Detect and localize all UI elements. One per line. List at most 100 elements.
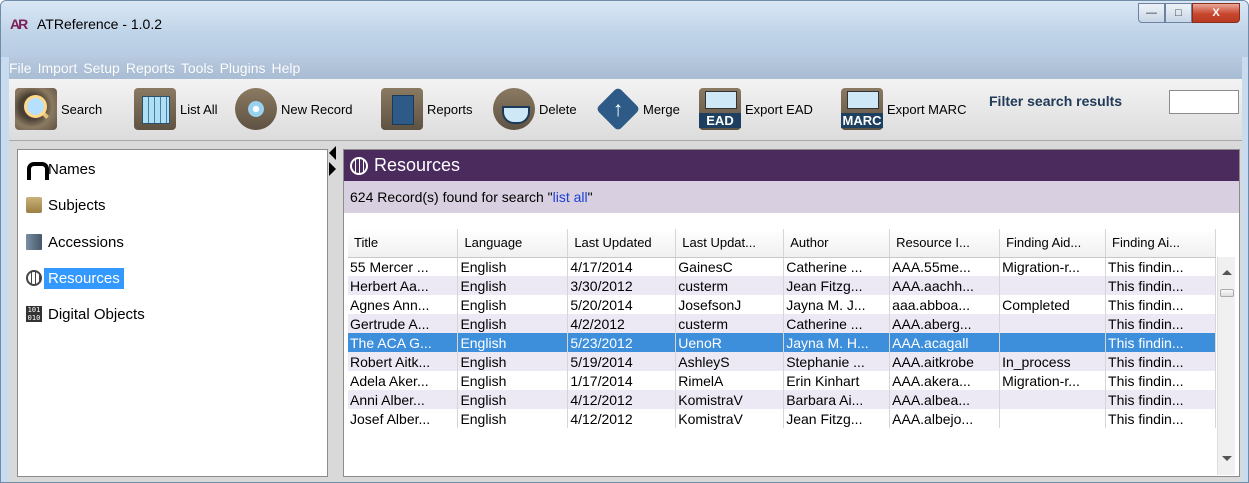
- table-cell: JosefsonJ: [675, 295, 785, 314]
- menu-reports[interactable]: Reports: [126, 60, 175, 76]
- scroll-up-arrow-icon[interactable]: [1222, 270, 1232, 275]
- sidebar-item-subjects[interactable]: Subjects: [26, 193, 106, 217]
- table-cell: Gertrude A...: [348, 314, 459, 333]
- table-cell: Adela Aker...: [348, 371, 459, 390]
- results-table: Title Language Last Updated Last Updat..…: [348, 229, 1216, 428]
- sidebar-item-label: Subjects: [48, 196, 106, 214]
- table-cell: AAA.aberg...: [889, 314, 1001, 333]
- table-cell: 4/2/2012: [567, 314, 677, 333]
- table-cell: Completed: [999, 295, 1107, 314]
- table-cell: [999, 314, 1107, 333]
- table-cell: This findin...: [1105, 257, 1216, 276]
- table-cell: This findin...: [1105, 409, 1216, 428]
- column-header-last-updated-by[interactable]: Last Updat...: [675, 229, 785, 258]
- table-cell: AshleyS: [675, 352, 785, 371]
- menu-file[interactable]: File: [9, 60, 32, 76]
- table-cell: UenoR: [675, 333, 785, 352]
- table-cell: Jayna M. H...: [783, 333, 891, 352]
- title-bar[interactable]: AR ATReference - 1.0.2 — □ X: [1, 1, 1248, 57]
- scroll-down-arrow-icon[interactable]: [1222, 456, 1232, 461]
- close-button[interactable]: X: [1192, 3, 1240, 23]
- search-button[interactable]: Search: [15, 88, 102, 130]
- table-cell: Barbara Ai...: [783, 390, 891, 409]
- table-header-row: Title Language Last Updated Last Updat..…: [348, 229, 1216, 258]
- sidebar-item-accessions[interactable]: Accessions: [26, 230, 124, 254]
- menu-import[interactable]: Import: [38, 60, 78, 76]
- new-record-button[interactable]: New Record: [235, 88, 353, 130]
- sidebar-item-resources[interactable]: Resources: [26, 266, 124, 290]
- table-cell: Anni Alber...: [348, 390, 459, 409]
- list-all-button-label: List All: [180, 101, 218, 117]
- list-all-button[interactable]: List All: [134, 88, 218, 130]
- scrollbar-thumb[interactable]: [1220, 289, 1234, 297]
- column-header-last-updated[interactable]: Last Updated: [567, 229, 677, 258]
- table-cell: Catherine ...: [783, 314, 891, 333]
- table-row[interactable]: Agnes Ann... English 5/20/2014 JosefsonJ Jay…: [348, 295, 1216, 314]
- collapse-left-icon[interactable]: [329, 146, 336, 160]
- resources-panel: Resources 624 Record(s) found for search…: [343, 149, 1240, 477]
- table-cell: AAA.akera...: [889, 371, 1001, 390]
- split-pane-divider[interactable]: [329, 146, 339, 186]
- results-table-container: Title Language Last Updated Last Updat..…: [348, 229, 1216, 475]
- table-row[interactable]: Anni Alber... English 4/12/2012 KomistraV Ba…: [348, 390, 1216, 409]
- table-cell: RimelA: [675, 371, 785, 390]
- export-ead-button[interactable]: Export EAD: [699, 88, 813, 130]
- table-row[interactable]: Adela Aker... English 1/17/2014 RimelA Erin …: [348, 371, 1216, 390]
- accessions-icon: [26, 234, 42, 250]
- sidebar-item-label: Accessions: [48, 233, 124, 251]
- delete-button[interactable]: Delete: [493, 88, 577, 130]
- table-cell: The ACA G...: [348, 333, 459, 352]
- table-cell: AAA.albea...: [889, 390, 1001, 409]
- filter-input[interactable]: [1169, 90, 1239, 114]
- column-header-resource-id[interactable]: Resource I...: [889, 229, 1001, 258]
- reports-button[interactable]: Reports: [381, 88, 473, 130]
- table-cell: [999, 333, 1107, 352]
- menu-help[interactable]: Help: [271, 60, 300, 76]
- table-row[interactable]: 55 Mercer ... English 4/17/2014 GainesC Cath…: [348, 257, 1216, 276]
- menu-setup[interactable]: Setup: [83, 60, 120, 76]
- search-button-label: Search: [61, 101, 103, 117]
- vertical-scrollbar[interactable]: [1217, 257, 1235, 475]
- table-cell: 5/23/2012: [567, 333, 677, 352]
- sidebar-item-digital-objects[interactable]: 101 010 Digital Objects: [26, 302, 145, 326]
- column-header-finding-aid-status[interactable]: Finding Aid...: [999, 229, 1107, 258]
- menu-bar: File Import Setup Reports Tools Plugins …: [9, 57, 1242, 79]
- table-cell: 55 Mercer ...: [348, 257, 459, 276]
- merge-button[interactable]: Merge: [595, 86, 680, 132]
- maximize-button[interactable]: □: [1165, 3, 1192, 23]
- status-suffix: ": [587, 189, 593, 205]
- merge-icon: [595, 86, 641, 132]
- table-cell: AAA.55me...: [889, 257, 1001, 276]
- expand-right-icon[interactable]: [329, 162, 336, 176]
- table-cell: 4/17/2014: [567, 257, 677, 276]
- new-record-button-label: New Record: [281, 101, 353, 117]
- export-marc-button[interactable]: Export MARC: [841, 88, 966, 130]
- panel-title: Resources: [374, 155, 461, 175]
- table-row[interactable]: The ACA G... English 5/23/2012 UenoR Jayna M…: [348, 333, 1216, 352]
- list-all-icon: [134, 88, 176, 130]
- sidebar-item-names[interactable]: Names: [26, 157, 96, 181]
- column-header-author[interactable]: Author: [783, 229, 891, 258]
- minimize-button[interactable]: —: [1138, 3, 1165, 23]
- table-cell: English: [457, 409, 569, 428]
- menu-tools[interactable]: Tools: [181, 60, 214, 76]
- menu-plugins[interactable]: Plugins: [220, 60, 266, 76]
- column-header-finding-aid-note[interactable]: Finding Ai...: [1105, 229, 1216, 258]
- table-cell: This findin...: [1105, 390, 1216, 409]
- window-title: ATReference - 1.0.2: [37, 16, 163, 32]
- table-cell: KomistraV: [675, 390, 785, 409]
- table-row[interactable]: Josef Alber... English 4/12/2012 KomistraV J…: [348, 409, 1216, 428]
- column-header-language[interactable]: Language: [457, 229, 569, 258]
- export-ead-icon: [699, 88, 741, 130]
- table-cell: This findin...: [1105, 333, 1216, 352]
- export-marc-button-label: Export MARC: [887, 101, 967, 117]
- resources-globe-icon: [26, 270, 42, 286]
- table-cell: custerm: [675, 276, 785, 295]
- column-header-title[interactable]: Title: [348, 229, 459, 258]
- main-content: Names Subjects Accessions Resources 101 0…: [9, 141, 1242, 482]
- table-cell: [999, 276, 1107, 295]
- table-row[interactable]: Robert Aitk... English 5/19/2014 AshleyS Ste…: [348, 352, 1216, 371]
- sidebar-item-label: Digital Objects: [48, 305, 145, 323]
- table-row[interactable]: Gertrude A... English 4/2/2012 custerm Cathe…: [348, 314, 1216, 333]
- table-row[interactable]: Herbert Aa... English 3/30/2012 custerm Jean…: [348, 276, 1216, 295]
